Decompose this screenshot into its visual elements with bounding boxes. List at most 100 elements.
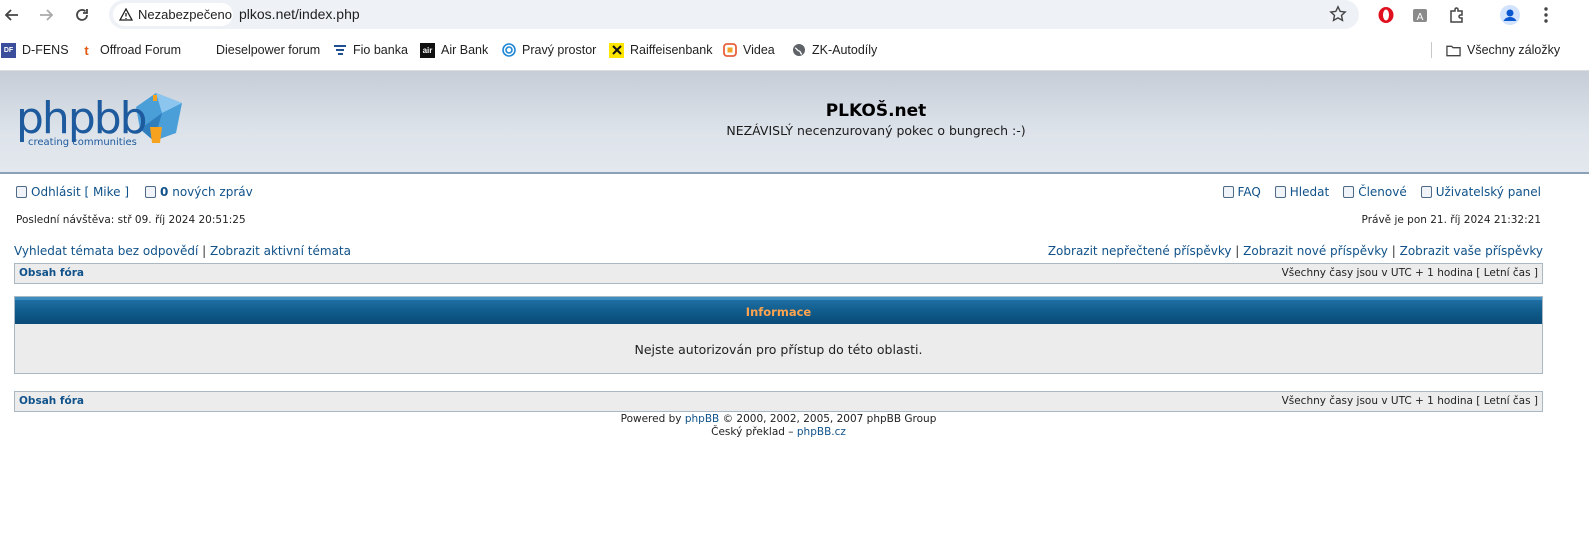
copyright-text: © 2000, 2002, 2005, 2007 phpBB Group (722, 413, 937, 425)
unread-posts-link[interactable]: Zobrazit nepřečtené příspěvky (1048, 244, 1232, 258)
active-topics-link[interactable]: Zobrazit aktivní témata (210, 244, 351, 258)
bookmark-d-fens[interactable]: DF D-FENS (1, 41, 69, 59)
back-arrow-icon (4, 9, 18, 21)
extension-a-icon[interactable]: A (1410, 5, 1430, 25)
information-panel: Informace Nejste autorizován pro přístup… (14, 296, 1543, 374)
bookmarks-divider (1431, 42, 1432, 58)
page-footer: Powered by phpBB © 2000, 2002, 2005, 200… (0, 413, 1557, 438)
panel-title: Informace (745, 305, 812, 319)
logout-icon (16, 186, 27, 198)
forum-index-link[interactable]: Obsah fóra (19, 395, 84, 407)
powered-by-line: Powered by phpBB © 2000, 2002, 2005, 200… (0, 413, 1557, 426)
bookmarks-bar: DF D-FENS t Offroad Forum Dieselpower fo… (0, 36, 1589, 64)
bookmark-videa[interactable]: Videa (722, 41, 775, 59)
faq-link[interactable]: FAQ (1238, 185, 1261, 199)
forum-header: phpbb creating communities PLKOŠ.net NEZ… (0, 71, 1589, 174)
phpbb-link[interactable]: phpBB (685, 413, 719, 425)
user-control-panel-link[interactable]: Uživatelský panel (1436, 185, 1541, 199)
bookmark-label: Videa (743, 43, 775, 57)
reload-icon (76, 9, 88, 21)
private-messages-icon (145, 186, 157, 198)
bookmark-label: ZK-Autodíly (812, 43, 878, 57)
raiffeisen-favicon (609, 42, 624, 58)
all-bookmarks-button[interactable]: Všechny záložky (1446, 41, 1560, 59)
timezone-text: Všechny časy jsou v UTC + 1 hodina [ Let… (1281, 267, 1538, 279)
phpbb-cz-link[interactable]: phpBB.cz (797, 426, 846, 438)
bookmark-label: Pravý prostor (522, 43, 597, 57)
bookmark-raiffeisenbank[interactable]: Raiffeisenbank (609, 41, 712, 59)
pravy-prostor-favicon (501, 43, 516, 58)
security-chip[interactable]: Nezabezpečeno (113, 3, 233, 26)
browser-menu-icon[interactable] (1536, 5, 1556, 25)
timezone-text: Všechny časy jsou v UTC + 1 hodina [ Let… (1281, 395, 1538, 407)
bookmark-label: Offroad Forum (100, 43, 182, 57)
blank-favicon (195, 43, 210, 58)
warning-icon (119, 8, 133, 21)
breadcrumb-bar-top: Obsah fóra Všechny časy jsou v UTC + 1 h… (14, 263, 1543, 284)
search-links-right: Zobrazit nepřečtené příspěvky | Zobrazit… (1048, 244, 1543, 258)
browser-toolbar: Nezabezpečeno plkos.net/index.php A (0, 0, 1589, 30)
translation-prefix: Český překlad – (711, 425, 794, 438)
bookmark-fio-banka[interactable]: Fio banka (332, 41, 408, 59)
extensions-puzzle-icon[interactable] (1447, 5, 1467, 25)
bookmark-offroad-forum[interactable]: t Offroad Forum (79, 41, 181, 59)
videa-favicon (722, 43, 737, 58)
bookmark-pravy-prostor[interactable]: Pravý prostor (501, 41, 596, 59)
logout-link[interactable]: Odhlásit [ Mike ] (31, 185, 129, 199)
new-messages-label: nových zpráv (172, 185, 253, 199)
security-label: Nezabezpečeno (138, 7, 232, 22)
unanswered-topics-link[interactable]: Vyhledat témata bez odpovědí (14, 244, 198, 258)
faq-icon (1222, 186, 1234, 198)
folder-icon (1446, 43, 1461, 58)
fio-favicon (332, 43, 347, 58)
user-links-left: Odhlásit [ Mike ] 0 nových zpráv (16, 185, 253, 199)
bookmark-air-bank[interactable]: air Air Bank (420, 41, 488, 59)
panel-header: Informace (15, 297, 1542, 324)
bookmark-label: Dieselpower forum (216, 43, 321, 57)
current-time-text: Právě je pon 21. říj 2024 21:32:21 (1361, 214, 1541, 226)
separator: | (202, 244, 207, 258)
not-authorized-message: Nejste autorizován pro přístup do této o… (634, 342, 923, 357)
search-links-left: Vyhledat témata bez odpovědí | Zobrazit … (14, 244, 351, 258)
bookmark-dieselpower-forum[interactable]: Dieselpower forum (195, 41, 320, 59)
new-messages-count: 0 (160, 185, 169, 199)
members-icon (1343, 186, 1355, 198)
reload-button[interactable] (71, 4, 93, 26)
bookmark-label: Air Bank (441, 43, 489, 57)
all-bookmarks-label: Všechny záložky (1467, 43, 1561, 57)
bookmark-label: Fio banka (353, 43, 408, 57)
bookmark-zk-autodily[interactable]: ZK-Autodíly (791, 41, 877, 59)
members-link[interactable]: Členové (1358, 185, 1407, 199)
user-panel-icon (1420, 186, 1432, 198)
address-bar[interactable]: Nezabezpečeno plkos.net/index.php (109, 0, 1359, 29)
your-posts-link[interactable]: Zobrazit vaše příspěvky (1400, 244, 1543, 258)
powered-prefix: Powered by (620, 413, 682, 425)
bookmark-label: D-FENS (22, 43, 69, 57)
new-messages-link[interactable]: 0 nových zpráv (160, 185, 253, 199)
separator: | (1235, 244, 1240, 258)
profile-avatar-icon[interactable] (1500, 5, 1520, 25)
opera-extension-icon[interactable] (1376, 5, 1396, 25)
airbank-favicon: air (420, 42, 435, 58)
search-icon (1274, 186, 1286, 198)
globe-icon (791, 43, 806, 58)
last-visit-text: Poslední návštěva: stř 09. říj 2024 20:5… (16, 214, 246, 226)
site-description: NEZÁVISLÝ necenzurovaný pokec o bungrech… (726, 123, 1026, 138)
back-button[interactable] (1, 4, 23, 26)
search-link[interactable]: Hledat (1290, 185, 1329, 199)
forward-arrow-icon (40, 9, 54, 21)
breadcrumb-bar-bottom: Obsah fóra Všechny časy jsou v UTC + 1 h… (14, 391, 1543, 412)
forward-button[interactable] (35, 4, 57, 26)
site-title: PLKOŠ.net (825, 101, 927, 121)
svg-text:A: A (1417, 12, 1424, 23)
separator: | (1391, 244, 1396, 258)
user-links-right: FAQ Hledat Členové Uživatelský panel (1222, 185, 1541, 199)
d-fens-favicon: DF (1, 42, 16, 58)
url-text[interactable]: plkos.net/index.php (239, 6, 360, 22)
new-posts-link[interactable]: Zobrazit nové příspěvky (1243, 244, 1388, 258)
bookmark-star-icon[interactable] (1329, 5, 1347, 27)
offroad-favicon: t (84, 42, 89, 58)
translation-line: Český překlad – phpBB.cz (0, 426, 1557, 439)
forum-index-link[interactable]: Obsah fóra (19, 267, 84, 279)
phpbb-logo[interactable]: phpbb creating communities (16, 83, 188, 159)
